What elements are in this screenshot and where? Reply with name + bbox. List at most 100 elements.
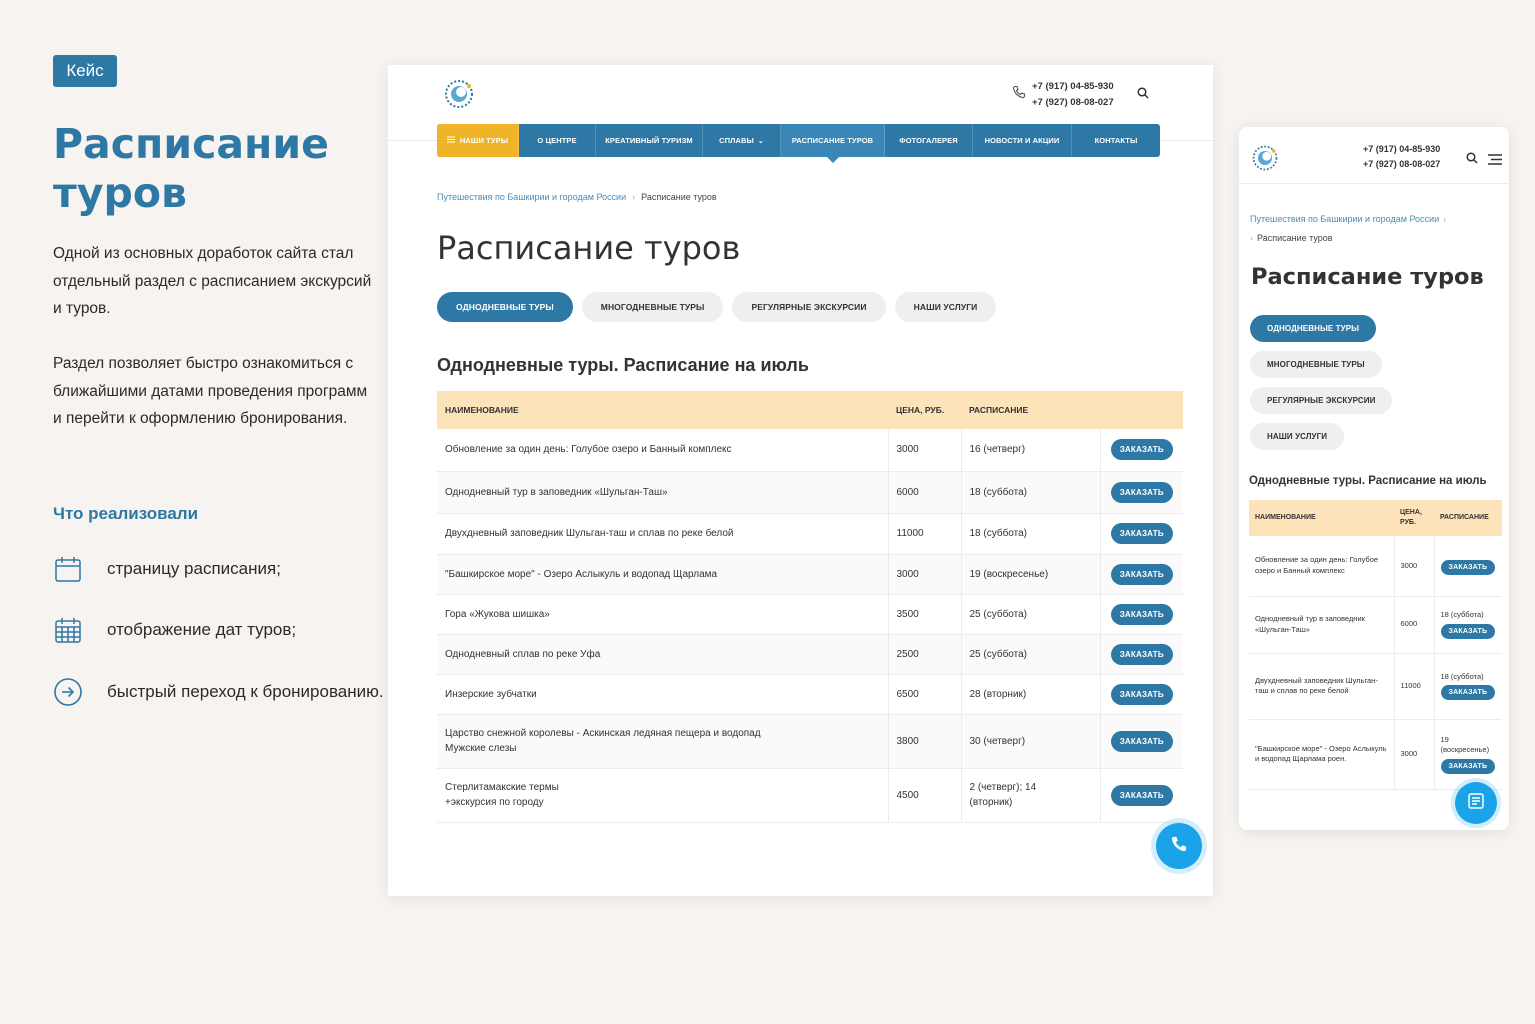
- breadcrumb-link[interactable]: Путешествия по Башкирии и городам России: [437, 192, 626, 202]
- tour-schedule: 25 (суббота): [961, 594, 1101, 635]
- site-logo[interactable]: [1250, 143, 1280, 173]
- nav-item-rafting[interactable]: СПЛАВЫ ⌄: [703, 124, 781, 157]
- call-button[interactable]: [1156, 823, 1202, 869]
- tour-name: Однодневный тур в заповедник «Шульган-Та…: [1249, 596, 1395, 654]
- tab-our-services[interactable]: НАШИ УСЛУГИ: [1250, 423, 1345, 450]
- breadcrumb-current: Расписание туров: [641, 192, 717, 202]
- tab-one-day-tours[interactable]: ОДНОДНЕВНЫЕ ТУРЫ: [437, 292, 573, 322]
- nav-item-contacts[interactable]: КОНТАКТЫ: [1072, 124, 1160, 157]
- order-button[interactable]: ЗАКАЗАТЬ: [1440, 559, 1496, 575]
- tour-schedule: ЗАКАЗАТЬ: [1434, 536, 1502, 597]
- nav-item-our-tours[interactable]: НАШИ ТУРЫ: [437, 124, 519, 157]
- feature-item: быстрый переход к бронированию.: [53, 677, 384, 707]
- column-header-price: ЦЕНА, РУБ.: [1394, 500, 1434, 536]
- tour-schedule: 25 (суббота): [961, 634, 1101, 675]
- breadcrumb: Путешествия по Башкирии и городам России…: [1250, 210, 1500, 248]
- tour-price: 3000: [888, 429, 962, 472]
- tour-price: 3800: [888, 714, 962, 769]
- order-button[interactable]: ЗАКАЗАТЬ: [1110, 563, 1173, 585]
- tab-multi-day-tours[interactable]: МНОГОДНЕВНЫЕ ТУРЫ: [1250, 351, 1382, 378]
- mobile-mockup: +7 (917) 04-85-930 +7 (927) 08-08-027 Пу…: [1239, 127, 1509, 830]
- tour-schedule: 28 (вторник): [961, 674, 1101, 715]
- tour-price: 4500: [888, 768, 962, 823]
- tour-price: 3500: [888, 594, 962, 635]
- tour-price: 11000: [1394, 653, 1435, 720]
- order-button[interactable]: ЗАКАЗАТЬ: [1440, 758, 1496, 774]
- table-row: Однодневный тур в заповедник «Шульган-Та…: [437, 471, 1183, 514]
- tour-name: "Башкирское море" - Озеро Аслыкуль и вод…: [1249, 719, 1395, 790]
- page-title: Расписание туров: [437, 229, 741, 267]
- order-button[interactable]: ЗАКАЗАТЬ: [1110, 439, 1173, 461]
- tour-price: 3000: [1394, 536, 1435, 597]
- breadcrumb: Путешествия по Башкирии и городам России…: [437, 192, 717, 202]
- feature-label: быстрый переход к бронированию.: [107, 682, 384, 701]
- order-button[interactable]: ЗАКАЗАТЬ: [1440, 623, 1496, 639]
- order-button[interactable]: ЗАКАЗАТЬ: [1110, 730, 1173, 752]
- tour-name: Однодневный сплав по реке Уфа: [437, 634, 889, 675]
- feature-item: отображение дат туров;: [53, 615, 296, 645]
- nav-item-creative-tourism[interactable]: КРЕАТИВНЫЙ ТУРИЗМ: [596, 124, 703, 157]
- chevron-down-icon: ⌄: [757, 137, 764, 145]
- table-row: "Башкирское море" - Озеро Аслыкуль и вод…: [1249, 719, 1502, 790]
- order-button[interactable]: ЗАКАЗАТЬ: [1110, 784, 1173, 806]
- nav-item-gallery[interactable]: ФОТОГАЛЕРЕЯ: [885, 124, 973, 157]
- case-subtitle: Что реализовали: [53, 504, 199, 523]
- table-row: Обновление за один день: Голубое озеро и…: [1249, 536, 1502, 597]
- column-header-name: НАИМЕНОВАНИЕ: [1249, 500, 1394, 536]
- order-button[interactable]: ЗАКАЗАТЬ: [1110, 523, 1173, 544]
- tour-price: 3000: [888, 554, 962, 595]
- nav-item-schedule[interactable]: РАСПИСАНИЕ ТУРОВ: [781, 124, 885, 163]
- nav-item-news[interactable]: НОВОСТИ И АКЦИИ: [973, 124, 1072, 157]
- order-button[interactable]: ЗАКАЗАТЬ: [1110, 683, 1173, 705]
- desktop-mockup: +7 (917) 04-85-930 +7 (927) 08-08-027 НА…: [388, 65, 1213, 896]
- tour-price: 6000: [1394, 596, 1435, 654]
- feature-item: страницу расписания;: [53, 554, 281, 584]
- table-row: Гора «Жукова шишка» 3500 25 (суббота) ЗА…: [437, 594, 1183, 635]
- search-icon[interactable]: [1466, 151, 1478, 169]
- nav-item-about[interactable]: О ЦЕНТРЕ: [519, 124, 596, 157]
- column-header-schedule: РАСПИСАНИЕ: [961, 391, 1100, 429]
- breadcrumb-separator: ›: [1443, 214, 1447, 224]
- tour-price: 6000: [888, 471, 962, 514]
- phone-number[interactable]: +7 (927) 08-08-027: [1363, 157, 1440, 172]
- table-row: Двухдневный заповедник Шульган-таш и спл…: [1249, 653, 1502, 720]
- tour-schedule: 18 (суббота): [961, 513, 1101, 555]
- arrow-right-circle-icon: [53, 677, 83, 707]
- order-button[interactable]: ЗАКАЗАТЬ: [1110, 481, 1173, 503]
- table-row: Обновление за один день: Голубое озеро и…: [437, 429, 1183, 472]
- phone-icon: [1170, 835, 1188, 858]
- tab-regular-excursions[interactable]: РЕГУЛЯРНЫЕ ЭКСКУРСИИ: [732, 292, 886, 322]
- phone-number[interactable]: +7 (917) 04-85-930: [1363, 142, 1440, 157]
- tour-name: Однодневный тур в заповедник «Шульган-Та…: [437, 471, 889, 514]
- breadcrumb-link[interactable]: Путешествия по Башкирии и городам России: [1250, 214, 1439, 224]
- case-paragraph-2: Раздел позволяет быстро ознакомиться с б…: [53, 355, 368, 427]
- tour-name: Двухдневный заповедник Шульган-таш и спл…: [437, 513, 889, 555]
- tour-name: Инзерские зубчатки: [437, 674, 889, 715]
- tour-price: 2500: [888, 634, 962, 675]
- calendar-icon: [53, 554, 83, 584]
- tab-one-day-tours[interactable]: ОДНОДНЕВНЫЕ ТУРЫ: [1250, 315, 1377, 342]
- order-button[interactable]: ЗАКАЗАТЬ: [1110, 643, 1173, 665]
- tour-name: Обновление за один день: Голубое озеро и…: [437, 429, 889, 472]
- tour-price: 11000: [888, 513, 962, 555]
- tour-schedule: 19 (воскресенье): [961, 554, 1101, 595]
- table-header-row: НАИМЕНОВАНИЕ ЦЕНА, РУБ. РАСПИСАНИЕ: [1249, 500, 1502, 536]
- tab-our-services[interactable]: НАШИ УСЛУГИ: [894, 292, 997, 322]
- phone-number[interactable]: +7 (927) 08-08-027: [1032, 95, 1114, 111]
- nav-label: НАШИ ТУРЫ: [459, 136, 509, 145]
- order-button[interactable]: ЗАКАЗАТЬ: [1440, 685, 1496, 701]
- burger-menu-icon[interactable]: [1488, 152, 1502, 170]
- tab-regular-excursions[interactable]: РЕГУЛЯРНЫЕ ЭКСКУРСИИ: [1250, 387, 1393, 414]
- site-logo[interactable]: [442, 77, 476, 111]
- search-icon[interactable]: [1137, 86, 1149, 104]
- table-row: Однодневный тур в заповедник «Шульган-Та…: [1249, 596, 1502, 654]
- tour-schedule: 18 (суббота) ЗАКАЗАТЬ: [1434, 653, 1502, 720]
- phone-number[interactable]: +7 (917) 04-85-930: [1032, 79, 1114, 95]
- chat-button[interactable]: [1455, 782, 1497, 824]
- column-header-price: ЦЕНА, РУБ.: [888, 391, 961, 429]
- tab-multi-day-tours[interactable]: МНОГОДНЕВНЫЕ ТУРЫ: [581, 292, 724, 322]
- tour-tabs: ОДНОДНЕВНЫЕ ТУРЫ МНОГОДНЕВНЫЕ ТУРЫ РЕГУЛ…: [437, 292, 997, 322]
- order-button[interactable]: ЗАКАЗАТЬ: [1110, 603, 1173, 625]
- tour-name: Обновление за один день: Голубое озеро и…: [1249, 536, 1395, 597]
- table-row: Однодневный сплав по реке Уфа 2500 25 (с…: [437, 634, 1183, 675]
